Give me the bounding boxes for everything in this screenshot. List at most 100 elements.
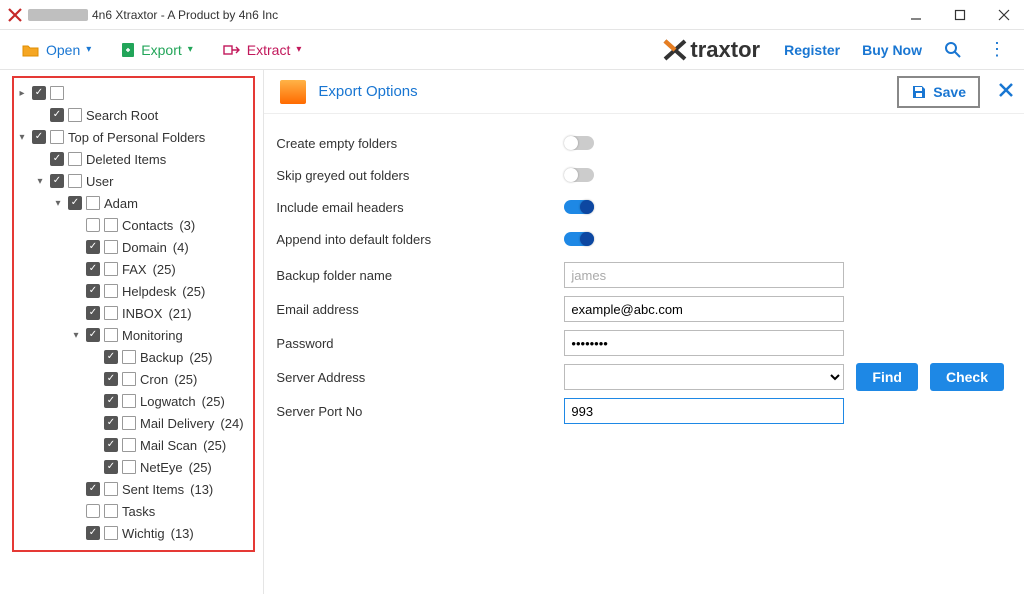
tree-checkbox[interactable] [50,174,64,188]
tree-checkbox[interactable] [86,262,100,276]
tree-checkbox[interactable] [104,350,118,364]
open-button[interactable]: Open ▾ [14,38,99,62]
folder-icon [104,328,118,342]
register-link[interactable]: Register [784,42,840,58]
tree-checkbox[interactable] [86,526,100,540]
folder-icon [104,262,118,276]
check-button[interactable]: Check [930,363,1004,391]
tree-row[interactable]: ▾Adam [16,192,263,214]
tree-count: (25) [182,284,205,299]
tree-checkbox[interactable] [104,394,118,408]
tree-row[interactable]: ▸Domain (4) [16,236,263,258]
tree-row[interactable]: ▸INBOX (21) [16,302,263,324]
search-icon[interactable] [944,41,962,59]
backup-name-label: Backup folder name [276,268,564,283]
tree-checkbox[interactable] [86,218,100,232]
tree-checkbox[interactable] [104,416,118,430]
skip-greyed-label: Skip greyed out folders [276,168,564,183]
tree-checkbox[interactable] [50,108,64,122]
tree-checkbox[interactable] [50,152,64,166]
buy-now-link[interactable]: Buy Now [862,42,922,58]
tree-label: Logwatch [140,394,196,409]
main-toolbar: Open ▾ Export ▾ Extract ▾ traxtor Regist… [0,30,1024,70]
window-minimize-button[interactable] [908,7,924,23]
tree-label: Search Root [86,108,158,123]
tree-label: Tasks [122,504,155,519]
tree-row[interactable]: ▸Deleted Items [16,148,263,170]
tree-label: Mail Scan [140,438,197,453]
tree-count: (24) [220,416,243,431]
tree-expander[interactable]: ▾ [16,132,28,143]
tree-row[interactable]: ▾Monitoring [16,324,263,346]
panel-close-button[interactable] [998,82,1014,98]
tree-checkbox[interactable] [86,328,100,342]
tree-row[interactable]: ▸Sent Items (13) [16,478,263,500]
server-address-label: Server Address [276,370,564,385]
save-button[interactable]: Save [901,80,976,104]
export-file-icon [121,42,135,58]
tree-expander[interactable]: ▾ [70,330,82,341]
tree-row[interactable]: ▾Top of Personal Folders [16,126,263,148]
brand-text-rest: traxtor [690,37,760,63]
panel-title: Export Options [318,83,417,100]
save-icon [911,84,927,100]
tree-checkbox[interactable] [104,372,118,386]
tree-row[interactable]: ▸Wichtig (13) [16,522,263,544]
tree-label: Wichtig [122,526,165,541]
tree-checkbox[interactable] [86,306,100,320]
tree-row[interactable]: ▸NetEye (25) [16,456,263,478]
tree-expander[interactable]: ▸ [16,88,28,99]
skip-greyed-toggle[interactable] [564,168,594,182]
server-port-input[interactable] [564,398,844,424]
tree-row[interactable]: ▸Backup (25) [16,346,263,368]
find-button[interactable]: Find [856,363,918,391]
create-empty-label: Create empty folders [276,136,564,151]
tree-row[interactable]: ▸Logwatch (25) [16,390,263,412]
export-button[interactable]: Export ▾ [113,38,201,62]
tree-checkbox[interactable] [86,240,100,254]
tree-label: Mail Delivery [140,416,214,431]
folder-icon [122,350,136,364]
password-input[interactable] [564,330,844,356]
window-close-button[interactable] [996,7,1012,23]
backup-name-input[interactable] [564,262,844,288]
window-maximize-button[interactable] [952,7,968,23]
tree-checkbox[interactable] [104,460,118,474]
tree-row[interactable]: ▸Contacts (3) [16,214,263,236]
tree-checkbox[interactable] [86,504,100,518]
email-input[interactable] [564,296,844,322]
tree-row[interactable]: ▸Helpdesk (25) [16,280,263,302]
tree-row[interactable]: ▸FAX (25) [16,258,263,280]
tree-label: Sent Items [122,482,184,497]
chevron-down-icon: ▾ [86,44,91,55]
brand-x-icon [663,39,687,61]
append-default-toggle[interactable] [564,232,594,246]
tree-row[interactable]: ▸Tasks [16,500,263,522]
server-port-label: Server Port No [276,404,564,419]
save-button-frame: Save [897,76,980,108]
tree-row[interactable]: ▸Cron (25) [16,368,263,390]
server-address-select[interactable] [564,364,844,390]
include-headers-toggle[interactable] [564,200,594,214]
tree-row[interactable]: ▸Search Root [16,104,263,126]
tree-row[interactable]: ▸Mail Delivery (24) [16,412,263,434]
tree-checkbox[interactable] [86,284,100,298]
folder-icon [50,130,64,144]
extract-button[interactable]: Extract ▾ [215,38,310,62]
tree-checkbox[interactable] [32,86,46,100]
more-options-icon[interactable]: ⋮ [984,39,1010,60]
export-label: Export [141,42,181,58]
tree-row[interactable]: ▸ [16,82,263,104]
tree-expander[interactable]: ▾ [52,198,64,209]
tree-expander[interactable]: ▾ [34,176,46,187]
folder-icon [104,240,118,254]
tree-row[interactable]: ▾User [16,170,263,192]
tree-checkbox[interactable] [32,130,46,144]
export-options-panel: Export Options Save Create empty folders… [263,70,1024,594]
create-empty-toggle[interactable] [564,136,594,150]
tree-checkbox[interactable] [104,438,118,452]
tree-checkbox[interactable] [86,482,100,496]
tree-checkbox[interactable] [68,196,82,210]
tree-count: (25) [203,438,226,453]
tree-row[interactable]: ▸Mail Scan (25) [16,434,263,456]
